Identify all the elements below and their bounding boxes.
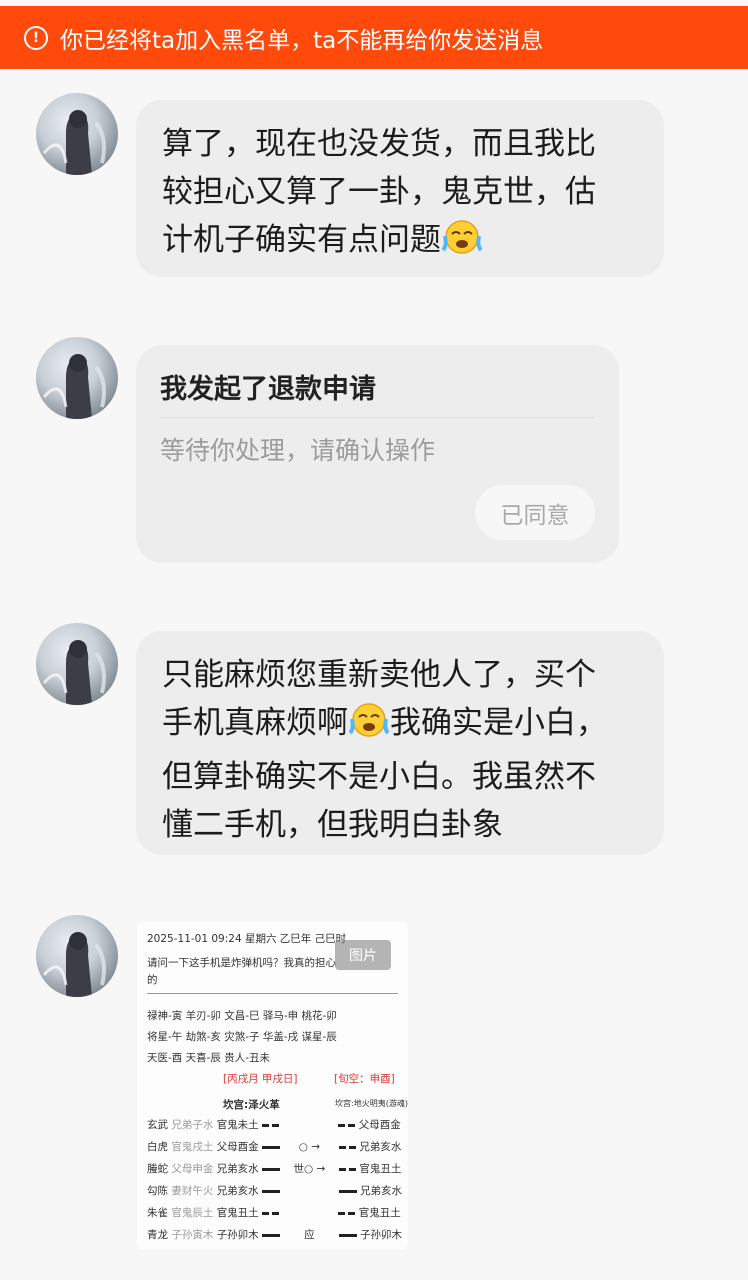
shensha-row: 将星-午 劫煞-亥 灾煞-子 华盖-戌 谋星-辰 [147, 1031, 337, 1043]
void-label: [旬空：申酉] [334, 1073, 395, 1085]
message-bubble[interactable]: 只能麻烦您重新卖他人了，买个 手机真麻烦啊 我确实是小白， 但算卦确实不是小白。… [136, 631, 664, 855]
image-tag: 图片 [335, 940, 391, 970]
refund-request-card[interactable]: 我发起了退款申请 等待你处理，请确认操作 已同意 [136, 345, 619, 563]
divination-screenshot-image[interactable]: 2025-11-01 09:24 星期六 乙巳年 己巳时 请问一下这手机是炸弹机… [137, 922, 408, 1249]
crying-face-emoji-icon [441, 218, 483, 270]
avatar[interactable] [36, 623, 118, 705]
agreed-button[interactable]: 已同意 [475, 485, 595, 540]
changed-gua-name: 坎宫:地火明夷(游魂) [335, 1099, 408, 1108]
divider [147, 993, 398, 994]
message-text: 只能麻烦您重新卖他人了，买个 手机真麻烦啊 我确实是小白， 但算卦确实不是小白。… [162, 657, 607, 843]
avatar[interactable] [36, 337, 118, 419]
blacklist-notice-banner: ! 你已经将ta加入黑名单，ta不能再给你发送消息 [0, 6, 748, 69]
shensha-row: 禄神-寅 羊刃-卯 文昌-巳 驿马-申 桃花-卯 [147, 1010, 337, 1022]
divider [160, 417, 595, 418]
image-question: 请问一下这手机是炸弹机吗？我真的担心 [147, 957, 336, 969]
month-day-label: [丙戌月 甲戌日] [223, 1073, 298, 1085]
avatar[interactable] [36, 93, 118, 175]
refund-title: 我发起了退款申请 [160, 374, 376, 405]
shensha-row: 天医-酉 天喜-辰 贵人-丑未 [147, 1052, 271, 1064]
crying-face-emoji-icon [348, 701, 390, 753]
message-bubble[interactable]: 算了，现在也没发货，而且我比 较担心又算了一卦，鬼克世，估 计机子确实有点问题 [136, 100, 664, 277]
image-header: 2025-11-01 09:24 星期六 乙巳年 己巳时 [147, 933, 347, 945]
refund-subtitle: 等待你处理，请确认操作 [160, 436, 436, 465]
avatar[interactable] [36, 915, 118, 997]
image-question-cont: 的 [147, 974, 158, 986]
warning-circle-icon: ! [24, 25, 48, 50]
gua-name: 坎宫:泽火革 [223, 1099, 280, 1111]
blacklist-notice-text: 你已经将ta加入黑名单，ta不能再给你发送消息 [60, 27, 544, 54]
message-text: 算了，现在也没发货，而且我比 较担心又算了一卦，鬼克世，估 计机子确实有点问题 [136, 100, 664, 290]
